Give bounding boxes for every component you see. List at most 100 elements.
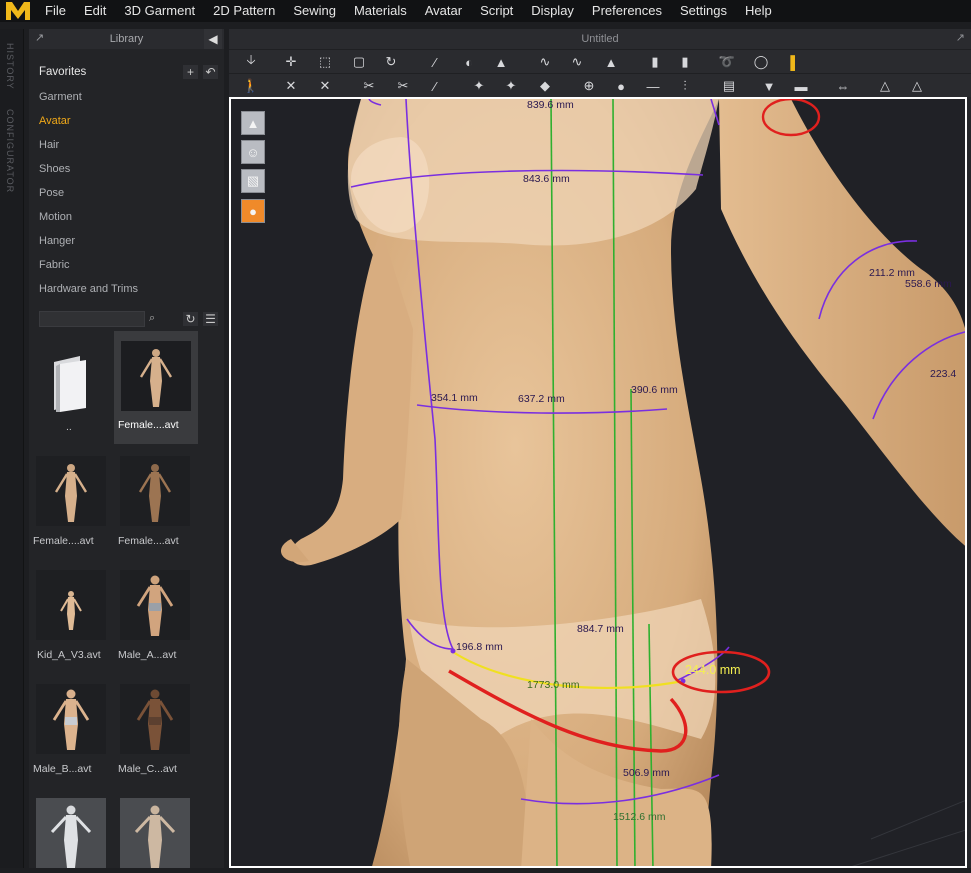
measurement-label: 637.2 mm bbox=[518, 393, 565, 405]
avatar-measure-tool-icon[interactable]: ▌ bbox=[785, 52, 805, 72]
popout-icon[interactable]: ↗ bbox=[35, 31, 44, 44]
tab-history[interactable]: HISTORY bbox=[5, 43, 15, 90]
line-icon[interactable]: — bbox=[643, 76, 663, 96]
menu-materials[interactable]: Materials bbox=[345, 0, 416, 22]
refresh-icon[interactable]: ↻ bbox=[183, 312, 198, 326]
menu-preferences[interactable]: Preferences bbox=[583, 0, 671, 22]
library-item-avatar[interactable]: Female....avt bbox=[114, 331, 198, 444]
shirt-back-icon[interactable]: ▮ bbox=[675, 52, 695, 72]
cube-icon[interactable]: ◆ bbox=[535, 76, 555, 96]
tape-measure-icon[interactable]: ➰ bbox=[717, 52, 737, 72]
cut-icon[interactable]: ✂ bbox=[359, 76, 379, 96]
library-item-avatar[interactable] bbox=[120, 684, 190, 754]
brush-icon[interactable]: ✕ bbox=[315, 76, 335, 96]
library-item-avatar[interactable] bbox=[36, 570, 106, 640]
viewport-title: Untitled bbox=[581, 33, 619, 45]
library-item-avatar[interactable] bbox=[36, 456, 106, 526]
category-garment[interactable]: Garment bbox=[39, 91, 82, 103]
menu-script[interactable]: Script bbox=[471, 0, 522, 22]
shirt-front-icon[interactable]: ▮ bbox=[645, 52, 665, 72]
category-motion[interactable]: Motion bbox=[39, 211, 72, 223]
tshirt-icon[interactable]: △ bbox=[875, 76, 895, 96]
transform-pattern-icon[interactable]: ✛ bbox=[281, 52, 301, 72]
library-item-avatar[interactable] bbox=[120, 570, 190, 640]
popout-icon[interactable]: ↗ bbox=[956, 31, 965, 44]
viewport-panel: Untitled ↗ 🡣 ✛ ⬚ ▢ ↻ ∕ ◐ ▲ ∿ ∿ ▲ ▮ ▮ ➰ ◯… bbox=[229, 29, 971, 868]
menu-2d-pattern[interactable]: 2D Pattern bbox=[204, 0, 284, 22]
measurement-label: 506.9 mm bbox=[623, 767, 670, 779]
zipper-icon[interactable]: ⫶ bbox=[675, 76, 695, 96]
category-hanger[interactable]: Hanger bbox=[39, 235, 75, 247]
tab-configurator[interactable]: CONFIGURATOR bbox=[5, 109, 15, 193]
view-avatar-icon[interactable]: ☺ bbox=[241, 140, 265, 164]
3d-viewport[interactable]: ▲ ☺ ▧ ● 839.6 mm 843.6 mm 211.2 mm 558.6… bbox=[229, 97, 967, 868]
library-item-avatar[interactable] bbox=[36, 798, 106, 868]
select-box-icon[interactable]: ⬚ bbox=[315, 52, 335, 72]
search-icon[interactable]: ⌕ bbox=[149, 312, 155, 325]
view-skin-icon[interactable]: ● bbox=[241, 199, 265, 223]
view-garment-icon[interactable]: ▲ bbox=[241, 111, 265, 135]
library-search-input[interactable] bbox=[39, 311, 145, 327]
measurement-label: 558.6 mm bbox=[905, 278, 952, 290]
fold-arrangement-icon[interactable]: ↻ bbox=[381, 52, 401, 72]
library-item-avatar[interactable] bbox=[120, 456, 190, 526]
tshirt-alt-icon[interactable]: △ bbox=[907, 76, 927, 96]
avatar-figure-icon bbox=[60, 591, 82, 630]
back-arrow-icon[interactable]: ↶ bbox=[203, 65, 218, 79]
menu-file[interactable]: File bbox=[36, 0, 75, 22]
category-pose[interactable]: Pose bbox=[39, 187, 64, 199]
library-item-label: .. bbox=[66, 421, 72, 433]
avatar-figure-icon bbox=[54, 464, 88, 522]
library-item-label: Female....avt bbox=[118, 419, 179, 431]
category-hair[interactable]: Hair bbox=[39, 139, 59, 151]
sew-icon[interactable]: ∿ bbox=[535, 52, 555, 72]
category-favorites[interactable]: Favorites bbox=[39, 66, 86, 78]
app-logo-icon bbox=[6, 2, 30, 20]
category-shoes[interactable]: Shoes bbox=[39, 163, 70, 175]
stitch-icon[interactable]: ∿ bbox=[567, 52, 587, 72]
menu-avatar[interactable]: Avatar bbox=[416, 0, 471, 22]
menu-3d-garment[interactable]: 3D Garment bbox=[115, 0, 204, 22]
fold-icon[interactable]: ▼ bbox=[759, 76, 779, 96]
menu-bar: File Edit 3D Garment 2D Pattern Sewing M… bbox=[0, 0, 971, 22]
garment-icon[interactable]: ▲ bbox=[491, 52, 511, 72]
menu-display[interactable]: Display bbox=[522, 0, 583, 22]
steam-icon[interactable]: ▲ bbox=[601, 52, 621, 72]
menu-sewing[interactable]: Sewing bbox=[284, 0, 345, 22]
button-icon[interactable]: ⊕ bbox=[579, 76, 599, 96]
menu-edit[interactable]: Edit bbox=[75, 0, 115, 22]
edit-pin-icon[interactable]: ✦ bbox=[469, 76, 489, 96]
buttonhole-icon[interactable]: ● bbox=[611, 76, 631, 96]
library-item-avatar[interactable] bbox=[120, 798, 190, 868]
list-view-icon[interactable]: ☰ bbox=[203, 312, 218, 326]
library-panel: ↗ Library ◀ Favorites + ↶ Garment Avatar… bbox=[29, 29, 224, 868]
avatar-figure-icon bbox=[52, 689, 90, 750]
view-texture-icon[interactable]: ▧ bbox=[241, 169, 265, 193]
select-mesh-icon[interactable]: ▢ bbox=[349, 52, 369, 72]
app-logo[interactable] bbox=[0, 0, 36, 22]
side-tab-strip: HISTORY CONFIGURATOR bbox=[0, 29, 24, 868]
library-item-avatar[interactable] bbox=[36, 684, 106, 754]
needle-icon[interactable]: ∕ bbox=[425, 76, 445, 96]
avatar-figure-icon bbox=[136, 575, 174, 636]
library-item-folder[interactable] bbox=[36, 342, 106, 412]
category-fabric[interactable]: Fabric bbox=[39, 259, 70, 271]
puckering-icon[interactable]: ▤ bbox=[719, 76, 739, 96]
down-arrow-icon[interactable]: 🡣 bbox=[241, 52, 261, 72]
iron-icon[interactable]: ▬ bbox=[791, 76, 811, 96]
ring-measure-icon[interactable]: ◯ bbox=[751, 52, 771, 72]
select-joint-icon[interactable]: ✕ bbox=[281, 76, 301, 96]
tack-icon[interactable]: ◐ bbox=[459, 52, 479, 72]
menu-settings[interactable]: Settings bbox=[671, 0, 736, 22]
menu-help[interactable]: Help bbox=[736, 0, 781, 22]
split-icon[interactable]: ⇔ bbox=[833, 76, 853, 96]
add-icon[interactable]: + bbox=[183, 65, 198, 79]
trim-icon[interactable]: ✦ bbox=[501, 76, 521, 96]
pin-icon[interactable]: ∕ bbox=[425, 52, 445, 72]
collapse-arrow-icon[interactable]: ◀ bbox=[204, 29, 222, 49]
scissors-icon[interactable]: ✂ bbox=[393, 76, 413, 96]
viewport-header: Untitled ↗ bbox=[229, 29, 971, 49]
category-hardware-and-trims[interactable]: Hardware and Trims bbox=[39, 283, 138, 295]
pose-icon[interactable]: 🚶 bbox=[241, 76, 261, 96]
category-avatar[interactable]: Avatar bbox=[39, 115, 71, 127]
